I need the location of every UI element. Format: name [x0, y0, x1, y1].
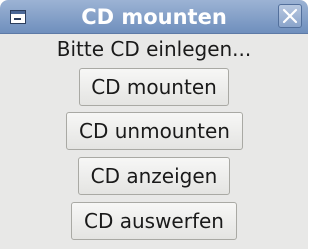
show-cd-button[interactable]: CD anzeigen [78, 157, 230, 195]
prompt-label: Bitte CD einlegen... [56, 37, 252, 61]
window-icon[interactable] [10, 9, 26, 24]
dialog-window: CD mounten Bitte CD einlegen... CD mount… [0, 0, 308, 249]
close-button[interactable] [278, 4, 302, 28]
title-bar[interactable]: CD mounten [0, 0, 308, 34]
dialog-content: Bitte CD einlegen... CD mounten CD unmou… [0, 34, 308, 249]
unmount-cd-button[interactable]: CD unmounten [66, 112, 243, 150]
eject-cd-button[interactable]: CD auswerfen [71, 202, 237, 240]
mount-cd-button[interactable]: CD mounten [79, 68, 229, 106]
window-title: CD mounten [81, 5, 227, 29]
close-icon [282, 8, 298, 24]
